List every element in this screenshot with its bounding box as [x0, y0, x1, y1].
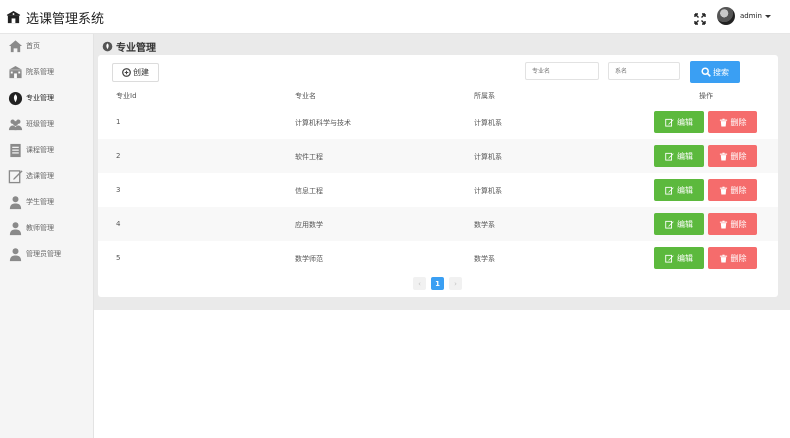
sidebar-item-courses[interactable]: 课程管理 — [8, 141, 54, 159]
create-button[interactable]: 创建 — [112, 63, 159, 82]
home-icon — [8, 39, 23, 52]
major-icon — [102, 41, 113, 52]
edit-button[interactable]: 编辑 — [654, 247, 704, 269]
school-building-icon — [6, 10, 21, 24]
table-row: 1 计算机科学与技术 计算机系 编辑 删除 — [98, 105, 778, 139]
edit-icon — [665, 118, 674, 127]
delete-button[interactable]: 删除 — [708, 247, 757, 269]
top-header: 选课管理系统 admin — [0, 0, 790, 34]
content-area: 专业管理 创建 搜索 专业Id 专业名 所属系 — [94, 34, 790, 310]
edit-icon — [665, 186, 674, 195]
user-menu[interactable]: admin — [717, 7, 771, 25]
table-row: 2 软件工程 计算机系 编辑 删除 — [98, 139, 778, 173]
edit-icon — [665, 152, 674, 161]
username: admin — [740, 12, 762, 20]
school-icon — [8, 65, 23, 78]
sidebar-item-majors[interactable]: 专业管理 — [8, 89, 54, 107]
app-title: 选课管理系统 — [26, 12, 105, 27]
plus-circle-icon — [122, 68, 131, 77]
enroll-icon — [8, 169, 23, 183]
search-icon — [701, 67, 711, 77]
delete-button[interactable]: 删除 — [708, 179, 757, 201]
edit-button[interactable]: 编辑 — [654, 111, 704, 133]
caret-down-icon — [764, 14, 771, 18]
delete-button[interactable]: 删除 — [708, 111, 757, 133]
page-1-button[interactable]: 1 — [431, 277, 444, 290]
sidebar-item-home[interactable]: 首页 — [8, 37, 40, 55]
column-header-ops: 操作 — [699, 92, 713, 100]
page-header: 专业管理 — [102, 39, 156, 54]
app-logo: 选课管理系统 — [6, 8, 104, 27]
column-header-dept: 所属系 — [474, 92, 495, 100]
trash-icon — [719, 152, 727, 161]
dept-name-search-input[interactable] — [608, 62, 680, 80]
column-header-id: 专业Id — [116, 92, 137, 100]
pagination: ‹ 1 › — [98, 277, 778, 291]
course-icon — [10, 143, 21, 157]
edit-button[interactable]: 编辑 — [654, 213, 704, 235]
table-row: 4 应用数学 数学系 编辑 删除 — [98, 207, 778, 241]
sidebar-item-teachers[interactable]: 教师管理 — [8, 219, 54, 237]
edit-icon — [665, 220, 674, 229]
delete-button[interactable]: 删除 — [708, 145, 757, 167]
student-icon — [9, 195, 22, 209]
sidebar-item-students[interactable]: 学生管理 — [8, 193, 54, 211]
trash-icon — [719, 254, 727, 263]
fullscreen-icon[interactable] — [694, 10, 706, 25]
next-page-button[interactable]: › — [449, 277, 462, 290]
search-button[interactable]: 搜索 — [690, 61, 740, 83]
main-content: 专业管理 创建 搜索 专业Id 专业名 所属系 — [94, 34, 790, 438]
delete-button[interactable]: 删除 — [708, 213, 757, 235]
sidebar-item-admins[interactable]: 管理员管理 — [8, 245, 61, 263]
table-row: 5 数学师范 数学系 编辑 删除 — [98, 241, 778, 275]
teacher-icon — [9, 221, 22, 235]
edit-button[interactable]: 编辑 — [654, 179, 704, 201]
avatar — [717, 7, 735, 25]
class-icon — [8, 119, 23, 130]
sidebar-item-classes[interactable]: 班级管理 — [8, 115, 54, 133]
table-row: 3 信息工程 计算机系 编辑 删除 — [98, 173, 778, 207]
admin-icon — [9, 247, 22, 261]
major-icon — [8, 91, 23, 105]
sidebar: 首页 院系管理 专业管理 班级管理 课程管理 选课管理 学生管理 教师管理 管理… — [0, 34, 94, 438]
sidebar-item-departments[interactable]: 院系管理 — [8, 63, 54, 81]
column-header-name: 专业名 — [295, 92, 316, 100]
trash-icon — [719, 118, 727, 127]
edit-icon — [665, 254, 674, 263]
major-name-search-input[interactable] — [525, 62, 599, 80]
trash-icon — [719, 186, 727, 195]
sidebar-item-enrollment[interactable]: 选课管理 — [8, 167, 54, 185]
prev-page-button[interactable]: ‹ — [413, 277, 426, 290]
page-title: 专业管理 — [116, 43, 156, 54]
edit-button[interactable]: 编辑 — [654, 145, 704, 167]
major-table-card: 创建 搜索 专业Id 专业名 所属系 操作 1 计算机科学与技术 计算机系 — [98, 55, 778, 297]
trash-icon — [719, 220, 727, 229]
